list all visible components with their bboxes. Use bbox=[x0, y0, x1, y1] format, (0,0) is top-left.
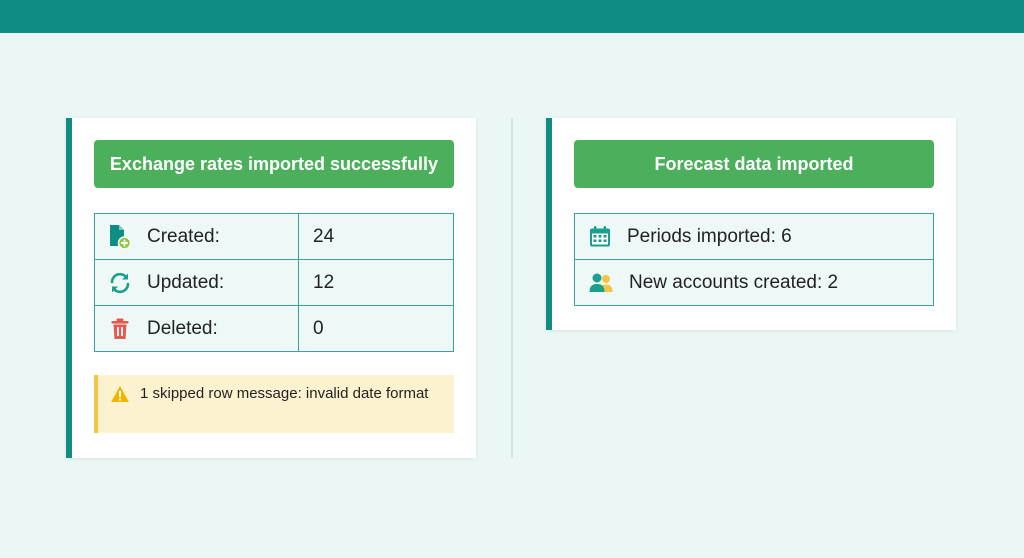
warning-text: 1 skipped row message: invalid date form… bbox=[140, 385, 429, 402]
forecast-stats-table: Periods imported: 6 New accounts created… bbox=[574, 213, 934, 306]
trash-icon bbox=[111, 318, 129, 339]
column-divider bbox=[511, 118, 513, 458]
refresh-icon bbox=[110, 272, 130, 293]
forecast-success-banner: Forecast data imported bbox=[574, 140, 934, 188]
table-row: Deleted: 0 bbox=[94, 305, 454, 352]
forecast-card: Forecast data imported Periods imported:… bbox=[546, 118, 956, 330]
users-icon bbox=[589, 273, 613, 292]
table-row: Periods imported: 6 bbox=[574, 213, 934, 260]
skipped-row-warning: 1 skipped row message: invalid date form… bbox=[94, 375, 454, 433]
created-value: 24 bbox=[298, 213, 454, 260]
periods-imported-text: Periods imported: 6 bbox=[627, 225, 792, 247]
new-accounts-text: New accounts created: 2 bbox=[629, 271, 839, 293]
exchange-success-banner: Exchange rates imported successfully bbox=[94, 140, 454, 188]
updated-label: Updated: bbox=[147, 271, 225, 293]
calendar-icon bbox=[590, 225, 610, 246]
updated-value: 12 bbox=[298, 259, 454, 306]
deleted-value: 0 bbox=[298, 305, 454, 352]
top-header-bar bbox=[0, 0, 1024, 33]
deleted-label: Deleted: bbox=[147, 317, 218, 339]
warning-icon bbox=[111, 386, 129, 402]
file-add-icon bbox=[110, 224, 132, 250]
exchange-stats-table: Created: 24 Updated: 12 Deleted: 0 bbox=[94, 213, 454, 352]
table-row: Created: 24 bbox=[94, 213, 454, 260]
exchange-rates-card: Exchange rates imported successfully Cre… bbox=[66, 118, 476, 458]
table-row: New accounts created: 2 bbox=[574, 259, 934, 306]
table-row: Updated: 12 bbox=[94, 259, 454, 306]
created-label: Created: bbox=[147, 225, 220, 247]
